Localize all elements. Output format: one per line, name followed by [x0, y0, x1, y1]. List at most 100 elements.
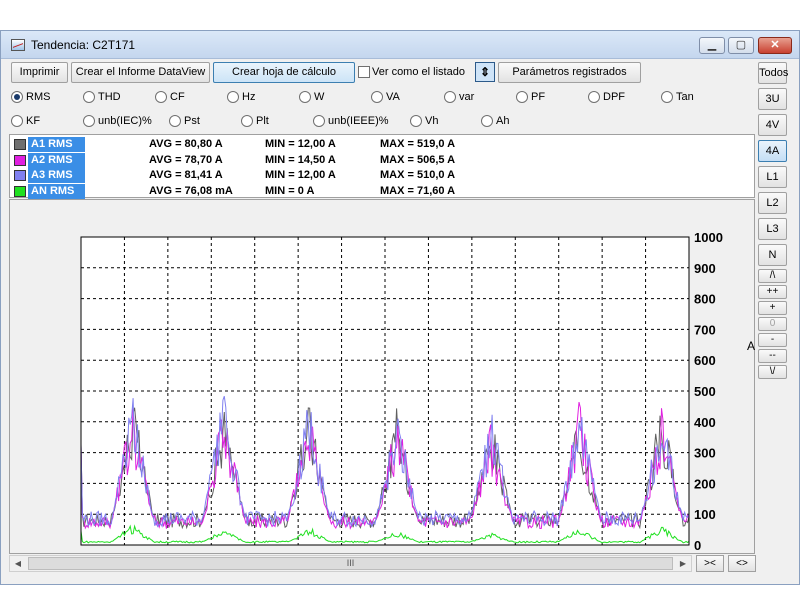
- measure-row1-radio-2[interactable]: [155, 91, 167, 103]
- minimize-icon: ▁: [707, 39, 717, 51]
- y-tick-label: 1000: [694, 230, 723, 245]
- legend-row[interactable]: A1 RMS AVG = 80,80 A MIN = 12,00 A MAX = 51…: [12, 137, 752, 152]
- close-button[interactable]: ✕: [758, 37, 792, 54]
- measure-row2-label-3: Plt: [256, 115, 269, 127]
- legend-series-name: A1 RMS: [28, 137, 85, 152]
- measure-row1-radio-4[interactable]: [299, 91, 311, 103]
- y-tick-label: 100: [694, 507, 716, 522]
- fit-vertical-icon: ⇕: [479, 65, 491, 79]
- legend-avg-value: AVG = 76,08 mA: [149, 184, 233, 197]
- y-tick-label: 500: [694, 384, 716, 399]
- reset-zoom-button[interactable]: 0: [758, 317, 787, 331]
- measure-row1-label-9: Tan: [676, 91, 694, 103]
- 4v-button[interactable]: 4V: [758, 114, 787, 136]
- maximize-button[interactable]: ▢: [728, 37, 754, 54]
- legend-avg-value: AVG = 78,70 A: [149, 153, 223, 166]
- measure-row1-radio-9[interactable]: [661, 91, 673, 103]
- l3-button[interactable]: L3: [758, 218, 787, 240]
- measure-row1-label-0: RMS: [26, 91, 51, 103]
- scrollbar-thumb[interactable]: III: [28, 557, 673, 570]
- measure-row2-radio-1[interactable]: [83, 115, 95, 127]
- all-channels-button[interactable]: Todos: [758, 62, 788, 84]
- measure-row1-radio-1[interactable]: [83, 91, 95, 103]
- measure-row1-radio-5[interactable]: [371, 91, 383, 103]
- legend-avg-value: AVG = 81,41 A: [149, 169, 223, 181]
- measure-row2-radio-5[interactable]: [410, 115, 422, 127]
- legend-swatch: [14, 154, 26, 166]
- measure-row2-radio-6[interactable]: [481, 115, 493, 127]
- measure-row2-label-4: unb(IEEE)%: [328, 115, 389, 127]
- legend-avg-value: AVG = 80,80 A: [149, 138, 223, 150]
- measure-row2-label-0: KF: [26, 115, 41, 127]
- legend-max-value: MAX = 506,5 A: [380, 153, 456, 166]
- legend-max-value: MAX = 71,60 A: [380, 184, 456, 197]
- measure-row1-label-2: CF: [170, 91, 185, 103]
- y-tick-label: 600: [694, 353, 716, 368]
- chart-app-icon: [11, 39, 25, 51]
- l2-button[interactable]: L2: [758, 192, 787, 214]
- legend-swatch: [14, 170, 26, 181]
- measure-row1-label-6: var: [459, 91, 475, 103]
- fit-vertical-button[interactable]: ⇕: [475, 62, 495, 82]
- measure-row1-label-4: W: [314, 91, 325, 103]
- measure-row1-label-5: VA: [386, 91, 400, 103]
- expand-time-button[interactable]: ><: [696, 555, 724, 572]
- print-button[interactable]: Imprimir: [11, 62, 68, 83]
- scroll-left-arrow-icon[interactable]: ◀: [10, 556, 26, 571]
- measure-row1-radio-8[interactable]: [588, 91, 600, 103]
- y-tick-label: 800: [694, 292, 716, 307]
- list-view-checkbox[interactable]: [358, 66, 370, 78]
- maximize-icon: ▢: [735, 39, 747, 51]
- measure-row2-radio-3[interactable]: [241, 115, 253, 127]
- legend-min-value: MIN = 14,50 A: [265, 153, 336, 166]
- measure-row1-radio-7[interactable]: [516, 91, 528, 103]
- zoom-out-button[interactable]: -: [758, 333, 787, 347]
- create-dataview-report-button[interactable]: Crear el Informe DataView: [71, 62, 210, 83]
- measure-row1-radio-3[interactable]: [227, 91, 239, 103]
- measure-row1-radio-6[interactable]: [444, 91, 456, 103]
- legend-min-value: MIN = 12,00 A: [265, 138, 336, 150]
- legend-swatch: [14, 139, 26, 150]
- registered-parameters-button[interactable]: Parámetros registrados: [498, 62, 641, 83]
- scroll-right-arrow-icon[interactable]: ▶: [675, 556, 691, 571]
- scroll-up-button[interactable]: /\: [758, 269, 787, 283]
- measure-row2-label-1: unb(IEC)%: [98, 115, 152, 127]
- chart-svg: 0100200300400500600700800900100003/12/20…: [80, 230, 723, 553]
- horizontal-scrollbar[interactable]: ◀ III ▶: [9, 555, 692, 572]
- title-bar[interactable]: Tendencia: C2T171 ▁ ▢ ✕: [1, 31, 799, 59]
- scroll-down-button[interactable]: \/: [758, 365, 787, 379]
- 3u-button[interactable]: 3U: [758, 88, 787, 110]
- window-title: Tendencia: C2T171: [31, 38, 136, 52]
- measure-row2-radio-4[interactable]: [313, 115, 325, 127]
- measure-row2-label-5: Vh: [425, 115, 439, 127]
- zoom-in-more-button[interactable]: ++: [758, 285, 787, 299]
- measure-row1-radio-0[interactable]: [11, 91, 23, 103]
- list-view-label: Ver como el listado: [372, 66, 465, 78]
- zoom-in-button[interactable]: +: [758, 301, 787, 315]
- legend-series-name: A2 RMS: [28, 152, 85, 168]
- legend-swatch: [14, 185, 26, 197]
- measure-row2-radio-0[interactable]: [11, 115, 23, 127]
- zoom-out-more-button[interactable]: --: [758, 349, 787, 363]
- shrink-time-button[interactable]: <>: [728, 555, 756, 572]
- measure-row1-label-8: DPF: [603, 91, 625, 103]
- n-button[interactable]: N: [758, 244, 787, 266]
- y-tick-label: 700: [694, 322, 716, 337]
- screen: Tendencia: C2T171 ▁ ▢ ✕ Imprimir Crear e…: [0, 0, 800, 600]
- y-tick-label: 300: [694, 446, 716, 461]
- legend-row[interactable]: AN RMS AVG = 76,08 mA MIN = 0 A MAX = 71,60…: [12, 183, 752, 199]
- legend-panel: A1 RMS AVG = 80,80 A MIN = 12,00 A MAX = 51…: [9, 134, 755, 199]
- measure-row2-radio-2[interactable]: [169, 115, 181, 127]
- legend-min-value: MIN = 0 A: [265, 184, 315, 197]
- create-spreadsheet-button[interactable]: Crear hoja de cálculo: [213, 62, 355, 83]
- legend-row[interactable]: A2 RMS AVG = 78,70 A MIN = 14,50 A MAX = 50…: [12, 152, 752, 168]
- 4a-button[interactable]: 4A: [758, 140, 787, 162]
- minimize-button[interactable]: ▁: [699, 37, 725, 54]
- legend-series-name: A3 RMS: [28, 168, 85, 183]
- trend-window: Tendencia: C2T171 ▁ ▢ ✕ Imprimir Crear e…: [0, 30, 800, 585]
- legend-row[interactable]: A3 RMS AVG = 81,41 A MIN = 12,00 A MAX = 51…: [12, 168, 752, 183]
- measure-row1-label-3: Hz: [242, 91, 256, 103]
- y-tick-label: 400: [694, 415, 716, 430]
- l1-button[interactable]: L1: [758, 166, 787, 188]
- measure-row2-label-2: Pst: [184, 115, 200, 127]
